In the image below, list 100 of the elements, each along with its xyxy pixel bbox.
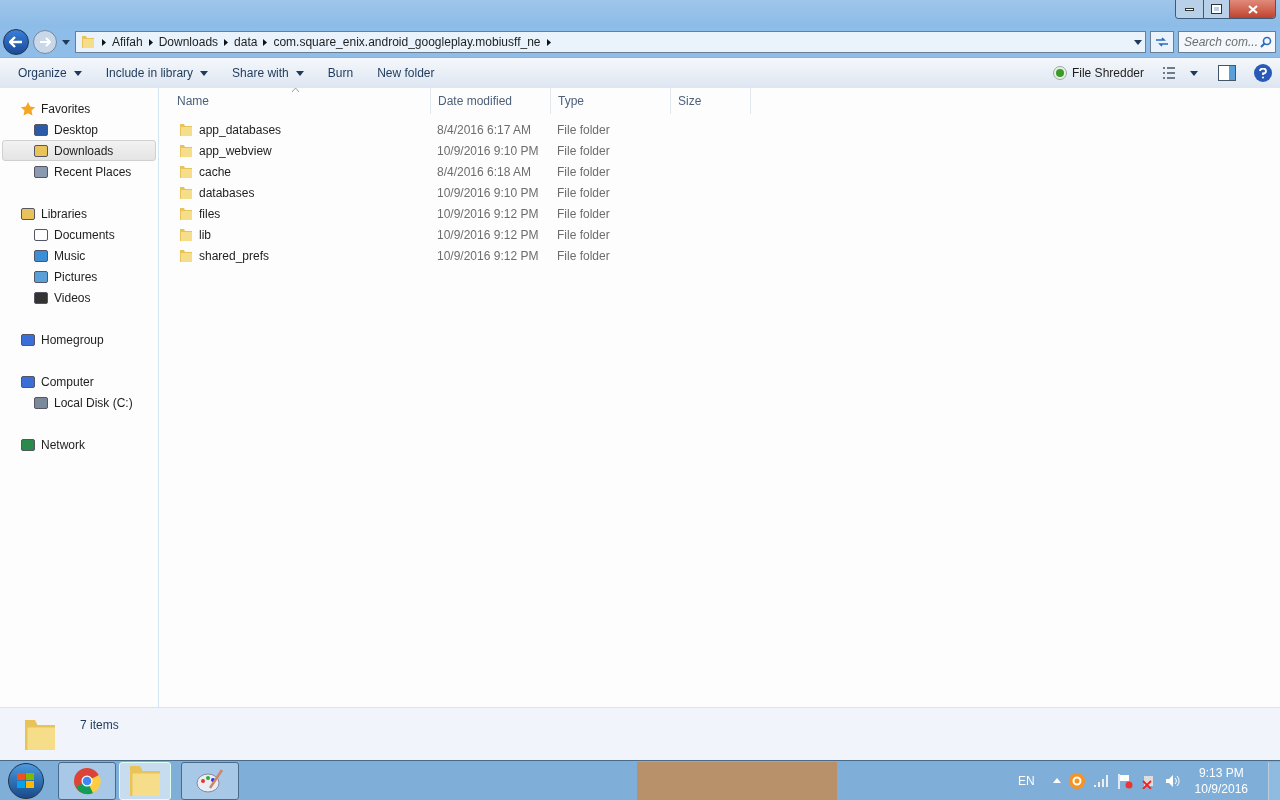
clock-date: 10/9/2016 — [1194, 780, 1248, 797]
file-name: files — [199, 205, 221, 223]
breadcrumb[interactable]: com.square_enix.android_googleplay.mobiusff_ne — [273, 33, 541, 51]
type-cell-text: File folder — [556, 142, 611, 160]
nav-item[interactable]: Music — [2, 245, 156, 266]
forward-arrow-icon — [39, 37, 51, 47]
file-name: databases — [199, 184, 255, 202]
file-name: app_webview — [199, 142, 272, 160]
paint-palette-icon — [196, 767, 224, 794]
file-row[interactable]: app_webview 10/9/2016 9:10 PM File folder — [170, 140, 1280, 161]
column-header[interactable]: Date modified — [431, 88, 551, 114]
refresh-icon — [1155, 36, 1169, 48]
toolbar-button[interactable]: Organize — [10, 61, 90, 85]
type-cell-text: File folder — [556, 163, 611, 181]
caret-icon — [62, 39, 70, 45]
preview-pane-button[interactable] — [1218, 65, 1236, 81]
folder-icon — [80, 34, 96, 50]
breadcrumb[interactable]: Afifah — [112, 33, 143, 51]
file-row[interactable]: lib 10/9/2016 9:12 PM File folder — [170, 224, 1280, 245]
nav-group[interactable]: Libraries — [0, 203, 158, 224]
nav-item[interactable]: Documents — [2, 224, 156, 245]
nav-group[interactable]: Homegroup — [0, 329, 158, 350]
file-name: lib — [199, 226, 211, 244]
column-header[interactable]: Size — [671, 88, 751, 114]
nav-item[interactable]: Local Disk (C:) — [2, 392, 156, 413]
date-cell-text: 10/9/2016 9:12 PM — [436, 226, 540, 244]
folder-icon — [178, 247, 194, 264]
toolbar-button[interactable]: Share with — [224, 61, 312, 85]
folder-icon — [178, 142, 194, 159]
help-icon — [1259, 67, 1267, 79]
nav-item[interactable]: Recent Places — [2, 161, 156, 182]
caret-icon — [73, 70, 82, 76]
help-button[interactable] — [1254, 64, 1272, 82]
file-shredder-button[interactable]: File Shredder — [1048, 61, 1148, 85]
minimize-button[interactable] — [1176, 0, 1203, 18]
chevron-icon — [263, 38, 268, 46]
caret-icon — [1190, 70, 1198, 76]
date-cell-text: 8/4/2016 6:17 AM — [436, 121, 533, 139]
nav-item[interactable]: Downloads — [2, 140, 156, 161]
date-cell-text: 8/4/2016 6:18 AM — [436, 163, 533, 181]
clock-time: 9:13 PM — [1198, 764, 1244, 781]
file-name: shared_prefs — [199, 247, 270, 265]
type-cell-text: File folder — [556, 247, 611, 265]
back-button[interactable] — [3, 29, 29, 55]
star-icon — [20, 100, 36, 117]
caret-icon — [295, 70, 304, 76]
taskbar-app[interactable] — [181, 761, 239, 800]
toolbar-button[interactable]: Burn — [319, 61, 362, 85]
nav-item[interactable]: Pictures — [2, 266, 156, 287]
taskbar-app[interactable] — [58, 761, 116, 800]
type-cell-text: File folder — [556, 226, 611, 244]
browser-icon — [73, 766, 101, 795]
folder-icon — [178, 205, 194, 222]
restore-button[interactable] — [1203, 0, 1229, 18]
nav-group[interactable]: Network — [0, 434, 158, 455]
file-row[interactable]: databases 10/9/2016 9:10 PM File folder — [170, 182, 1280, 203]
chevron-icon — [546, 38, 551, 46]
file-row[interactable]: app_databases 8/4/2016 6:17 AM File folder — [170, 119, 1280, 140]
back-arrow-icon — [9, 36, 23, 48]
start-button[interactable] — [8, 762, 44, 799]
folder-icon — [178, 226, 194, 243]
chevron-icon — [102, 38, 106, 46]
caret-icon — [200, 70, 209, 76]
column-header[interactable]: Name — [170, 88, 431, 114]
refresh-button[interactable] — [1150, 31, 1174, 53]
nav-group[interactable]: Computer — [0, 371, 158, 392]
search-field[interactable]: Search com... — [1178, 31, 1276, 53]
nav-group[interactable]: Favorites — [0, 98, 158, 119]
file-row[interactable]: files 10/9/2016 9:12 PM File folder — [170, 203, 1280, 224]
close-button[interactable] — [1229, 0, 1275, 18]
file-name: cache — [199, 163, 232, 181]
tray-icons-drawing[interactable] — [1052, 772, 1181, 789]
caret-icon — [1134, 39, 1142, 45]
folder-icon — [178, 121, 194, 138]
shredder-icon — [1052, 66, 1067, 80]
date-cell-text: 10/9/2016 9:10 PM — [436, 142, 540, 160]
date-cell-text: 10/9/2016 9:10 PM — [436, 184, 540, 202]
toolbar-button[interactable]: New folder — [369, 61, 443, 85]
nav-item[interactable]: Desktop — [2, 119, 156, 140]
file-row[interactable]: shared_prefs 10/9/2016 9:12 PM File folder — [170, 245, 1280, 266]
type-cell-text: File folder — [556, 184, 611, 202]
close-icon — [1247, 4, 1258, 14]
toolbar-button[interactable]: Include in library — [97, 61, 217, 85]
item-count: 7 items — [80, 717, 119, 734]
search-icon — [1260, 36, 1272, 48]
type-cell-text: File folder — [556, 121, 611, 139]
windows-logo-icon — [17, 772, 35, 789]
file-row[interactable]: cache 8/4/2016 6:18 AM File folder — [170, 161, 1280, 182]
nav-item[interactable]: Videos — [2, 287, 156, 308]
column-header[interactable]: Type — [551, 88, 671, 114]
breadcrumb[interactable]: Downloads — [158, 33, 219, 51]
date-cell-text: 10/9/2016 9:12 PM — [436, 247, 540, 265]
address-bar[interactable]: Afifah Downloads data com.square_enix.android_googleplay.mobiusff_ne — [75, 31, 1146, 53]
folder-icon — [178, 184, 194, 201]
breadcrumb[interactable]: data — [234, 33, 258, 51]
pane-icon — [1229, 66, 1235, 80]
type-cell-text: File folder — [556, 205, 611, 223]
file-name: app_databases — [199, 121, 282, 139]
date-cell-text: 10/9/2016 9:12 PM — [436, 205, 540, 223]
chevron-icon — [148, 38, 153, 46]
